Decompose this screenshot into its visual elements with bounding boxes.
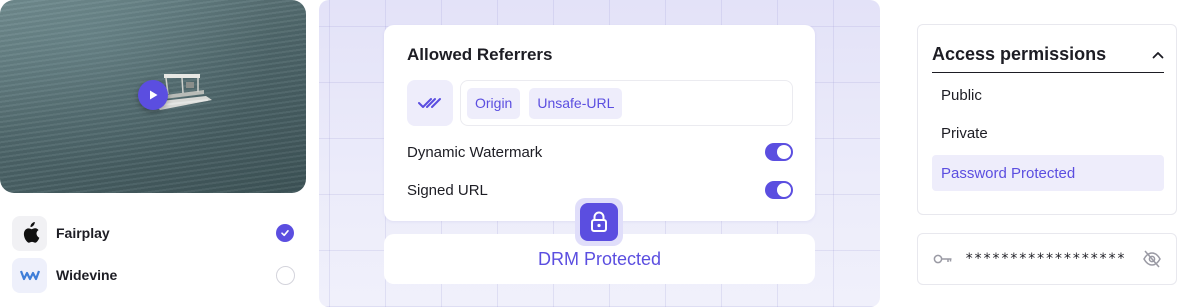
drm-option-widevine[interactable]: Widevine [0,254,306,296]
lock-icon [591,211,607,232]
lock-badge [575,198,623,246]
security-settings-panel: Allowed Referrers Origin Unsafe-URL Dyna… [319,0,880,307]
video-thumbnail[interactable] [0,0,306,193]
referrer-chip-unsafe-url[interactable]: Unsafe-URL [529,87,623,119]
access-option-private[interactable]: Private [932,115,1164,151]
referrer-chip-origin[interactable]: Origin [467,87,521,119]
access-option-password-protected[interactable]: Password Protected [932,155,1164,191]
referrers-card: Allowed Referrers Origin Unsafe-URL Dyna… [384,25,815,221]
access-permissions-dropdown: Access permissions Public Private Passwo… [917,24,1177,215]
toggle-label: Dynamic Watermark [407,143,543,161]
access-option-public[interactable]: Public [932,77,1164,113]
drm-protected-label: DRM Protected [537,248,662,269]
unchecked-checkbox[interactable] [276,265,295,285]
access-permissions-title: Access permissions [932,44,1107,64]
access-permissions-header[interactable]: Access permissions [932,43,1164,73]
play-icon [150,90,158,100]
password-field[interactable]: ****************** [917,233,1177,285]
apple-icon [12,215,47,251]
check-icon [281,230,289,237]
double-check-icon [407,80,453,126]
play-button[interactable] [138,80,168,110]
chevron-up-icon [1152,51,1164,58]
checked-checkbox[interactable] [276,224,294,242]
signed-url-toggle[interactable] [765,181,793,199]
dynamic-watermark-row: Dynamic Watermark [407,140,793,164]
drm-option-fairplay[interactable]: Fairplay [0,212,306,254]
drm-option-label: Fairplay [56,225,110,241]
toggle-label: Signed URL [407,181,488,199]
dynamic-watermark-toggle[interactable] [765,143,793,161]
referrers-input[interactable]: Origin Unsafe-URL [460,80,793,126]
eye-off-icon[interactable] [1142,249,1162,274]
key-icon [933,254,953,264]
widevine-icon [12,257,47,293]
referrers-title: Allowed Referrers [407,45,553,64]
drm-option-label: Widevine [56,267,118,283]
drm-options-list: Fairplay Widevine [0,212,306,296]
password-value: ****************** [965,251,1126,267]
